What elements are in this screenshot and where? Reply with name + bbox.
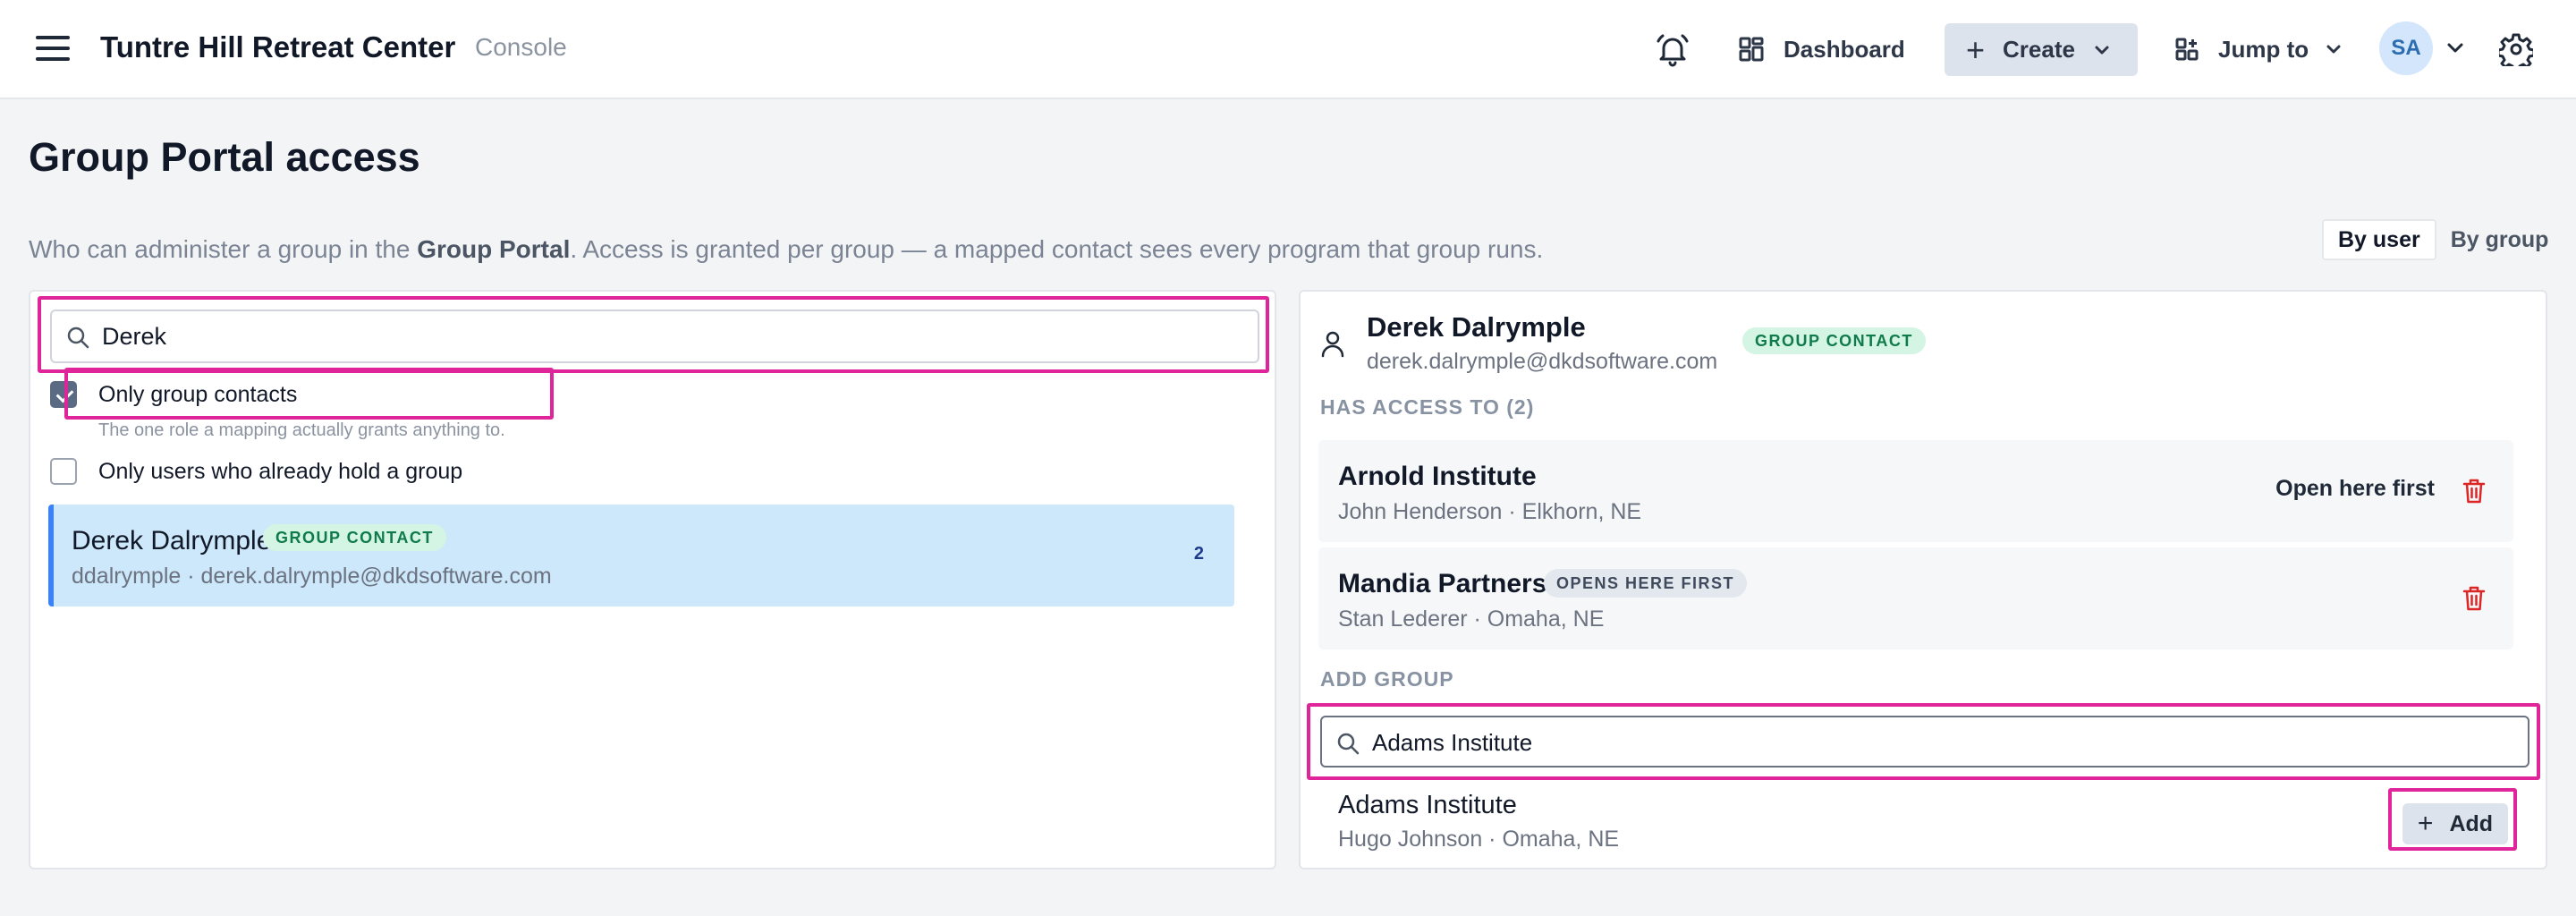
trash-icon[interactable] — [2462, 478, 2487, 505]
create-label: Create — [2003, 36, 2075, 63]
top-nav-bar: Tuntre Hill Retreat Center Console Dashb… — [0, 0, 2576, 99]
user-search-input[interactable] — [102, 318, 1238, 354]
selected-user-name: Derek Dalrymple — [1367, 311, 1586, 343]
jump-to-button[interactable]: Jump to — [2175, 23, 2343, 75]
search-icon — [1337, 733, 1360, 755]
add-group-search-box — [1320, 716, 2529, 768]
add-result-meta: Hugo Johnson · Omaha, NE — [1338, 827, 1620, 852]
selected-user-email: derek.dalrymple@dkdsoftware.com — [1367, 349, 1718, 374]
access-group-meta: John Henderson · Elkhorn, NE — [1338, 499, 1642, 524]
view-toggle: By user By group — [2322, 219, 2563, 260]
only-group-contacts-label[interactable]: Only group contacts — [98, 382, 297, 408]
opens-here-first-badge: OPENS HERE FIRST — [1544, 569, 1748, 598]
add-group-search-input[interactable] — [1372, 725, 2508, 760]
page-intro: Who can administer a group in the Group … — [29, 235, 1543, 264]
user-result-name: Derek Dalrymple — [72, 526, 272, 556]
jump-to-label: Jump to — [2218, 35, 2309, 63]
jump-to-icon — [2175, 38, 2199, 61]
add-button-label: Add — [2449, 810, 2494, 836]
only-group-contacts-hint: The one role a mapping actually grants a… — [98, 420, 505, 440]
plus-icon: + — [1966, 30, 1986, 68]
intro-text-start: Who can administer a group in the — [29, 235, 418, 263]
user-list-panel: Only group contacts The one role a mappi… — [29, 290, 1276, 869]
add-result-name: Adams Institute — [1338, 791, 1517, 819]
user-detail-panel: Derek Dalrymple GROUP CONTACT derek.dalr… — [1299, 290, 2547, 869]
only-holders-checkbox[interactable] — [50, 458, 77, 485]
search-icon — [67, 327, 89, 349]
view-by-group-tab[interactable]: By group — [2436, 219, 2563, 260]
add-group-heading: ADD GROUP — [1320, 667, 1454, 691]
only-holders-label[interactable]: Only users who already hold a group — [98, 459, 462, 485]
access-count-badge: 2 — [1193, 544, 1204, 564]
add-group-button[interactable]: + Add — [2402, 803, 2508, 844]
open-here-first-button[interactable]: Open here first — [2275, 476, 2435, 502]
access-group-meta: Stan Lederer · Omaha, NE — [1338, 606, 1605, 632]
gear-icon[interactable] — [2499, 32, 2533, 66]
bell-icon[interactable] — [1653, 30, 1692, 70]
has-access-heading: HAS ACCESS TO (2) — [1320, 395, 1535, 419]
user-result-row[interactable]: Derek Dalrymple GROUP CONTACT ddalrymple… — [48, 505, 1234, 606]
view-by-user-tab[interactable]: By user — [2322, 219, 2436, 260]
user-result-meta: ddalrymple · derek.dalrymple@dkdsoftware… — [72, 564, 552, 589]
menu-icon[interactable] — [36, 34, 72, 63]
avatar[interactable]: SA — [2379, 21, 2433, 75]
app-title: Tuntre Hill Retreat Center — [100, 30, 456, 64]
chevron-down-icon — [2095, 46, 2109, 54]
access-group-card: Mandia Partners OPENS HERE FIRST Stan Le… — [1318, 547, 2513, 649]
person-icon — [1321, 331, 1344, 358]
group-contact-badge: GROUP CONTACT — [1742, 327, 1926, 354]
dashboard-button[interactable]: Dashboard — [1739, 23, 1905, 75]
dashboard-icon — [1739, 37, 1764, 62]
intro-text-end: . Access is granted per group — a mapped… — [570, 235, 1544, 263]
page-title: Group Portal access — [29, 134, 420, 180]
group-contact-badge: GROUP CONTACT — [263, 524, 446, 551]
app-subtitle: Console — [475, 33, 567, 61]
create-button[interactable]: + Create — [1945, 23, 2138, 76]
intro-group-portal: Group Portal — [417, 235, 571, 263]
plus-icon: + — [2417, 809, 2434, 838]
access-group-name: Mandia Partners — [1338, 569, 1547, 598]
chevron-down-icon — [2326, 45, 2341, 54]
dashboard-label: Dashboard — [1784, 35, 1905, 63]
chevron-down-icon[interactable] — [2445, 38, 2465, 57]
access-group-card: Arnold Institute John Henderson · Elkhor… — [1318, 440, 2513, 542]
access-group-name: Arnold Institute — [1338, 462, 1537, 491]
user-search-box — [50, 310, 1259, 363]
trash-icon[interactable] — [2462, 585, 2487, 612]
only-group-contacts-checkbox[interactable] — [50, 381, 77, 408]
